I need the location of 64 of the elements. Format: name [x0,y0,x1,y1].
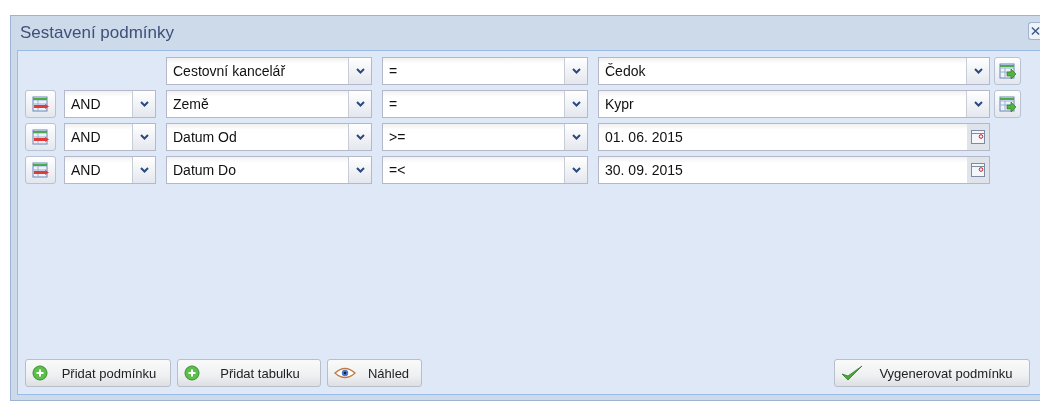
add-table-button[interactable] [994,90,1021,118]
plus-icon [184,365,200,381]
date-value: 30. 09. 2015 [604,161,684,180]
remove-row-button[interactable] [25,90,56,118]
value-dropdown[interactable]: Čedok [598,57,990,85]
table-remove-icon [31,161,50,179]
conjunction-value: AND [70,95,102,114]
conjunction-dropdown[interactable]: AND [64,156,156,184]
chevron-icon [355,68,365,74]
conjunction-value: AND [70,128,102,147]
operator-dropdown[interactable]: = [382,90,588,118]
chevron-icon [973,101,983,107]
toolbar-button[interactable]: Přidat podmínku [25,359,171,387]
conjunction-dropdown[interactable]: AND [64,90,156,118]
window-title: Sestavení podmínky [20,23,175,43]
value-text: Čedok [604,62,647,81]
chevron-icon [139,134,149,140]
chevron-icon [355,167,365,173]
check-icon [841,365,863,381]
close-icon [1031,26,1040,36]
operator-dropdown[interactable]: = [382,57,588,85]
field-dropdown[interactable]: Datum Do [166,156,372,184]
chevron-icon [973,68,983,74]
table-remove-icon [31,95,50,113]
conjunction-value: AND [70,161,102,180]
field-value: Datum Od [172,128,238,147]
field-value: Země [172,95,210,114]
field-value: Cestovní kancelář [172,62,287,81]
operator-value: >= [388,128,407,147]
field-dropdown[interactable]: Datum Od [166,123,372,151]
chevron-icon [571,101,581,107]
eye-icon [334,367,356,379]
value-text: Kypr [604,95,635,114]
toolbar-button[interactable]: Přidat tabulku [177,359,321,387]
date-value: 01. 06. 2015 [604,128,684,147]
date-field[interactable]: 01. 06. 2015 [598,123,990,151]
operator-dropdown[interactable]: >= [382,123,588,151]
toolbar-button[interactable]: Vygenerovat podmínku [834,359,1030,387]
remove-row-button[interactable] [25,123,56,151]
operator-value: = [388,95,399,114]
toolbar-button[interactable]: Náhled [327,359,422,387]
close-button[interactable] [1028,22,1040,40]
add-table-button[interactable] [994,57,1021,85]
operator-value: = [388,62,399,81]
value-dropdown[interactable]: Kypr [598,90,990,118]
operator-dropdown[interactable]: =< [382,156,588,184]
chevron-icon [355,101,365,107]
calendar-icon [971,163,985,177]
chevron-icon [571,167,581,173]
chevron-icon [571,68,581,74]
remove-row-button[interactable] [25,156,56,184]
operator-value: =< [388,161,407,180]
table-remove-icon [31,128,50,146]
field-dropdown[interactable]: Cestovní kancelář [166,57,372,85]
conjunction-dropdown[interactable]: AND [64,123,156,151]
chevron-icon [571,134,581,140]
chevron-icon [355,134,365,140]
chevron-icon [139,101,149,107]
date-field[interactable]: 30. 09. 2015 [598,156,990,184]
chevron-icon [139,167,149,173]
field-value: Datum Do [172,161,238,180]
plus-icon [32,365,48,381]
calendar-icon [971,130,985,144]
field-dropdown[interactable]: Země [166,90,372,118]
